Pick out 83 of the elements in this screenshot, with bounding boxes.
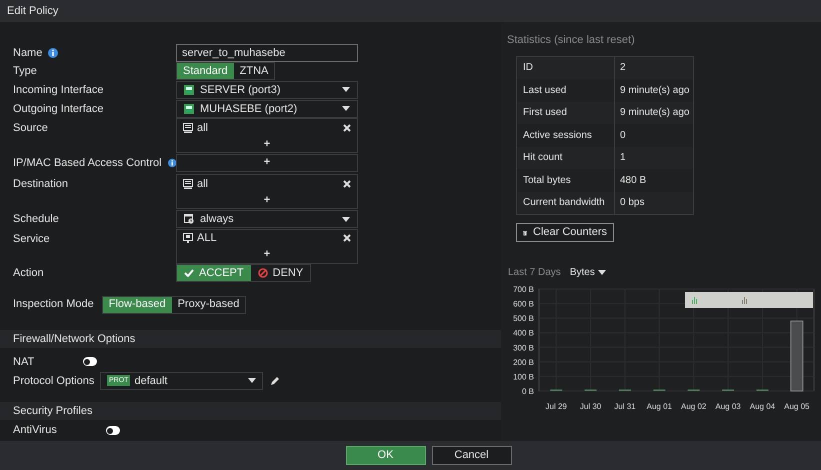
axis-label: 300 B bbox=[513, 343, 534, 352]
axis-label: Aug 01 bbox=[646, 402, 672, 411]
service-icon bbox=[183, 233, 193, 244]
remove-icon[interactable] bbox=[343, 234, 351, 242]
table-cell: Current bandwidth bbox=[517, 192, 615, 214]
field-label: AntiVirus bbox=[13, 423, 58, 438]
field-label: Name bbox=[13, 46, 42, 61]
table-cell-text: 480 B bbox=[619, 174, 646, 188]
dropdown-field[interactable]: SERVER (port3) bbox=[176, 80, 358, 99]
field-label: Source bbox=[13, 121, 48, 136]
cancel-button[interactable]: Cancel bbox=[432, 446, 512, 465]
monitor-icon bbox=[183, 178, 193, 189]
add-button[interactable]: + bbox=[264, 138, 270, 150]
add-button[interactable]: + bbox=[264, 249, 270, 260]
window-title: Edit Policy bbox=[7, 4, 58, 19]
selected-entry: all bbox=[197, 120, 210, 136]
selected-entry: all bbox=[197, 176, 210, 192]
info-icon bbox=[48, 48, 58, 58]
pencil-icon[interactable] bbox=[271, 376, 280, 386]
check-icon bbox=[184, 269, 194, 278]
axis-label: 500 B bbox=[513, 314, 534, 324]
axis-label: Aug 03 bbox=[715, 402, 741, 411]
field-label: Outgoing Interface bbox=[13, 102, 104, 117]
remove-icon[interactable] bbox=[343, 124, 351, 132]
dropdown-field[interactable]: always bbox=[176, 210, 358, 228]
toggle-switch[interactable] bbox=[83, 357, 97, 366]
add-button[interactable]: + bbox=[264, 194, 270, 206]
field-label: Action bbox=[13, 266, 44, 281]
caret-icon bbox=[598, 270, 606, 275]
remove-icon[interactable] bbox=[343, 180, 351, 188]
field-label: Protocol Options bbox=[13, 374, 96, 389]
section-header: Security Profiles bbox=[0, 402, 501, 420]
table-cell-text: 1 bbox=[619, 151, 626, 166]
caret-icon bbox=[342, 87, 350, 92]
segment-option[interactable]: ACCEPT bbox=[177, 265, 251, 282]
period-label: Last 7 Days bbox=[508, 266, 561, 280]
caret-icon bbox=[342, 216, 350, 222]
field-label: Inspection Mode bbox=[13, 297, 94, 312]
table-cell-text: 2 bbox=[619, 61, 626, 76]
segment-option[interactable]: Flow-based bbox=[102, 296, 172, 313]
prohibited-icon bbox=[258, 268, 268, 278]
axis-label: 700 B bbox=[513, 285, 534, 294]
axis-label: Aug 02 bbox=[681, 402, 706, 411]
dropdown-field[interactable]: MUHASEBE (port2) bbox=[176, 100, 358, 118]
selected-entry: ALL bbox=[197, 230, 218, 246]
name-field[interactable]: server_to_muhasebe bbox=[176, 44, 358, 62]
section-title: Statistics (since last reset) bbox=[507, 33, 636, 48]
monitor-icon bbox=[183, 122, 193, 133]
add-button[interactable]: + bbox=[264, 157, 270, 168]
field-label: NAT bbox=[13, 354, 36, 370]
axis-label: Aug 05 bbox=[784, 402, 810, 411]
caret-icon bbox=[248, 378, 256, 384]
table-cell-text: 9 minute(s) ago bbox=[619, 106, 690, 120]
segment-option[interactable]: Standard bbox=[177, 63, 234, 80]
axis-label: Jul 30 bbox=[580, 402, 602, 411]
calendar-clock-icon bbox=[184, 214, 194, 224]
field-label: Destination bbox=[13, 177, 68, 192]
toggle-switch[interactable] bbox=[106, 426, 120, 435]
network-port-icon bbox=[184, 84, 194, 95]
field-label: IP/MAC Based Access Control bbox=[13, 156, 162, 171]
ok-button[interactable]: OK bbox=[346, 446, 426, 465]
axis-label: Jul 29 bbox=[546, 402, 567, 411]
field-label: Type bbox=[13, 64, 37, 79]
axis-label: 200 B bbox=[513, 358, 534, 367]
clear-counters-button[interactable]: Clear Counters bbox=[516, 223, 614, 242]
axis-label: Jul 31 bbox=[614, 402, 636, 411]
metric-dropdown[interactable]: Bytes bbox=[570, 265, 606, 280]
field-label: Incoming Interface bbox=[13, 82, 104, 98]
network-port-icon bbox=[184, 104, 194, 114]
chart-bar bbox=[790, 320, 804, 392]
field-label: Service bbox=[13, 232, 50, 247]
axis-label: 0 B bbox=[522, 387, 534, 396]
axis-label: Aug 04 bbox=[750, 402, 776, 411]
info-icon bbox=[168, 158, 176, 168]
axis-label: 600 B bbox=[513, 300, 534, 309]
field-label: Schedule bbox=[13, 212, 59, 227]
table-cell-text: 0 bbox=[619, 128, 626, 143]
axis-label: 100 B bbox=[513, 372, 534, 382]
section-header: Firewall/Network Options bbox=[0, 330, 501, 348]
table-cell-text: 9 minute(s) ago bbox=[619, 84, 690, 98]
axis-label: 400 B bbox=[513, 328, 534, 338]
table-cell-text: 0 bps bbox=[619, 196, 644, 210]
caret-icon bbox=[342, 106, 350, 112]
